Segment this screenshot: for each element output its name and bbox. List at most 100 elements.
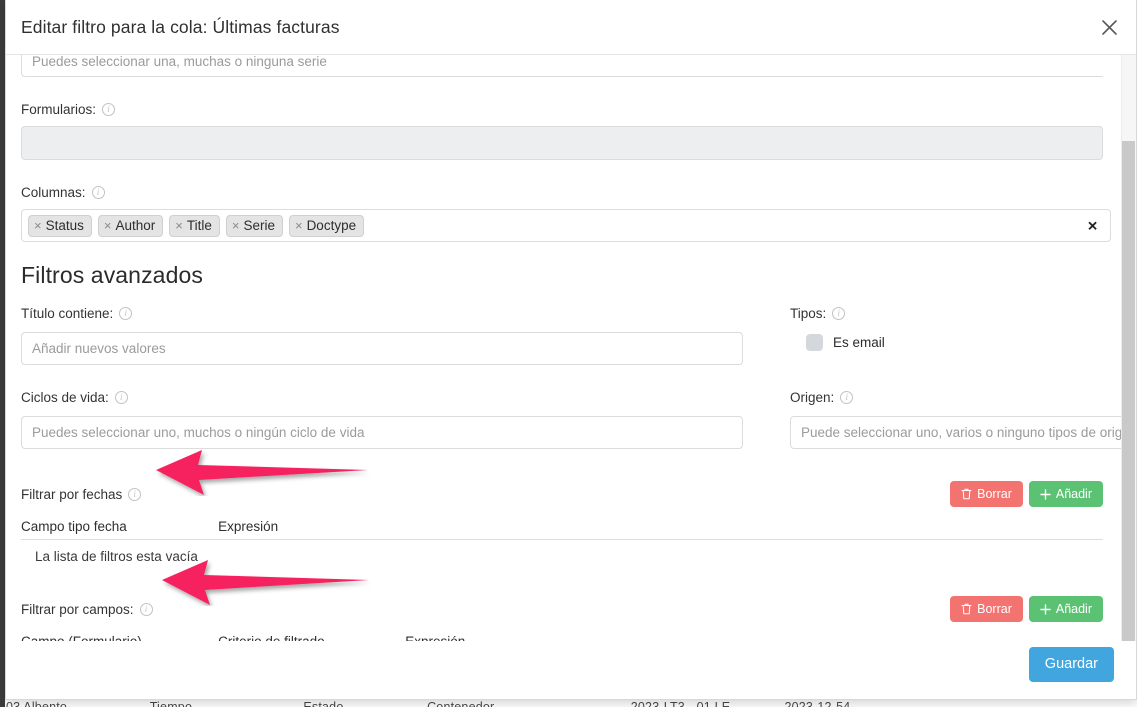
- add-dates-filter-label: Añadir: [1056, 488, 1092, 501]
- ciclos-de-vida-label: Ciclos de vida: i: [21, 389, 771, 406]
- filter-dates-empty-message: La lista de filtros esta vacía: [21, 540, 1103, 564]
- background-cell-3: Estado: [303, 700, 423, 707]
- background-table-row: 03 Albento Tiempo Estado Contenedor 2023…: [6, 700, 1126, 707]
- background-cell-1: 03 Albento: [6, 700, 146, 707]
- info-icon[interactable]: i: [92, 186, 105, 199]
- modal-footer: Guardar: [6, 641, 1136, 699]
- es-email-checkbox-row[interactable]: Es email: [790, 334, 1103, 351]
- background-cell-5: 2023-LT3 - 01 LE: [631, 700, 781, 707]
- advanced-row-1: Título contiene: i Tipos: i: [21, 305, 1103, 365]
- tag-label: Serie: [243, 218, 275, 233]
- close-icon[interactable]: [1096, 14, 1122, 40]
- tag-label: Title: [187, 218, 212, 233]
- table-header-row: Campo (Formulario) Criterio de filtrado …: [21, 634, 1103, 641]
- clear-all-icon[interactable]: ✕: [1087, 219, 1098, 232]
- filter-dates-table: Campo tipo fecha Expresión: [21, 519, 1103, 540]
- filter-dates-label-text: Filtrar por fechas: [21, 486, 122, 503]
- trash-icon: [961, 488, 972, 500]
- tag-remove-icon[interactable]: ×: [232, 219, 240, 232]
- info-icon[interactable]: i: [102, 103, 115, 116]
- ciclos-de-vida-label-text: Ciclos de vida:: [21, 389, 109, 406]
- trash-icon: [961, 603, 972, 615]
- formularios-label: Formularios: i: [21, 101, 1103, 118]
- tag-remove-icon[interactable]: ×: [295, 219, 303, 232]
- tipos-label: Tipos: i: [790, 305, 1103, 322]
- titulo-contiene-input[interactable]: [21, 332, 743, 365]
- tag-remove-icon[interactable]: ×: [34, 219, 42, 232]
- serie-placeholder: Puedes seleccionar una, muchas o ninguna…: [32, 55, 327, 69]
- add-fields-filter-button[interactable]: Añadir: [1029, 596, 1103, 622]
- column-header-campo-formulario: Campo (Formulario): [21, 634, 213, 641]
- modal-title: Editar filtro para la cola: Últimas fact…: [21, 17, 340, 38]
- filter-fields-header: Filtrar por campos: i Borrar: [21, 596, 1103, 622]
- modal-body: Puedes seleccionar una, muchas o ninguna…: [6, 55, 1136, 641]
- tag-status[interactable]: × Status: [28, 215, 92, 237]
- columnas-tag-input[interactable]: × Status × Author × Title × Serie: [21, 209, 1111, 242]
- advanced-row-2: Ciclos de vida: i Origen: i: [21, 389, 1103, 449]
- filter-fields-table: Campo (Formulario) Criterio de filtrado …: [21, 634, 1103, 641]
- modal-scrollbar[interactable]: [1121, 55, 1136, 641]
- delete-dates-filter-label: Borrar: [977, 488, 1012, 501]
- page-root: 03 Albento Tiempo Estado Contenedor 2023…: [0, 0, 1137, 707]
- info-icon[interactable]: i: [119, 307, 132, 320]
- tag-author[interactable]: × Author: [98, 215, 163, 237]
- add-fields-filter-label: Añadir: [1056, 603, 1092, 616]
- tag-label: Author: [115, 218, 155, 233]
- filter-fields-label: Filtrar por campos: i: [21, 601, 153, 618]
- modal-header: Editar filtro para la cola: Últimas fact…: [6, 0, 1136, 55]
- advanced-filters-heading: Filtros avanzados: [21, 262, 1103, 289]
- origen-input[interactable]: [790, 416, 1136, 449]
- info-icon[interactable]: i: [128, 488, 141, 501]
- tag-title[interactable]: × Title: [169, 215, 220, 237]
- delete-fields-filter-button[interactable]: Borrar: [950, 596, 1023, 622]
- formularios-input-disabled: [21, 126, 1103, 160]
- info-icon[interactable]: i: [140, 603, 153, 616]
- columnas-label-text: Columnas:: [21, 184, 86, 201]
- ciclos-de-vida-group: Ciclos de vida: i: [21, 389, 771, 449]
- tag-label: Doctype: [307, 218, 357, 233]
- modal-scroll-content: Puedes seleccionar una, muchas o ninguna…: [6, 55, 1118, 641]
- origen-group: Origen: i: [771, 389, 1136, 449]
- info-icon[interactable]: i: [840, 391, 853, 404]
- titulo-contiene-group: Título contiene: i: [21, 305, 771, 365]
- titulo-contiene-label: Título contiene: i: [21, 305, 771, 322]
- columnas-label: Columnas: i: [21, 184, 1103, 201]
- delete-fields-filter-label: Borrar: [977, 603, 1012, 616]
- tag-serie[interactable]: × Serie: [226, 215, 283, 237]
- plus-icon: [1040, 604, 1051, 615]
- serie-input[interactable]: Puedes seleccionar una, muchas o ninguna…: [21, 55, 1103, 77]
- formularios-label-text: Formularios:: [21, 101, 96, 118]
- column-header-campo-tipo-fecha: Campo tipo fecha: [21, 519, 213, 540]
- tipos-group: Tipos: i Es email: [771, 305, 1103, 365]
- origen-label-text: Origen:: [790, 389, 834, 406]
- save-button[interactable]: Guardar: [1029, 647, 1114, 682]
- background-cell-6: 2023-12-54: [784, 700, 934, 707]
- column-header-expresion: Expresión: [213, 519, 1103, 540]
- add-dates-filter-button[interactable]: Añadir: [1029, 481, 1103, 507]
- filter-dates-buttons: Borrar Añadir: [950, 481, 1103, 507]
- background-cell-4: Contenedor: [427, 700, 627, 707]
- table-header-row: Campo tipo fecha Expresión: [21, 519, 1103, 540]
- filter-fields-buttons: Borrar Añadir: [950, 596, 1103, 622]
- background-cell-2: Tiempo: [150, 700, 300, 707]
- tag-doctype[interactable]: × Doctype: [289, 215, 364, 237]
- tag-remove-icon[interactable]: ×: [175, 219, 183, 232]
- column-header-expresion: Expresión: [400, 634, 1103, 641]
- column-header-criterio-de-filtrado: Criterio de filtrado: [213, 634, 400, 641]
- filter-dates-header: Filtrar por fechas i Borrar: [21, 481, 1103, 507]
- titulo-contiene-label-text: Título contiene:: [21, 305, 113, 322]
- plus-icon: [1040, 489, 1051, 500]
- origen-label: Origen: i: [790, 389, 1136, 406]
- tag-label: Status: [46, 218, 84, 233]
- scrollbar-thumb[interactable]: [1122, 141, 1135, 641]
- serie-field-row: Puedes seleccionar una, muchas o ninguna…: [21, 55, 1103, 77]
- ciclos-de-vida-input[interactable]: [21, 416, 743, 449]
- filter-fields-label-text: Filtrar por campos:: [21, 601, 134, 618]
- tag-remove-icon[interactable]: ×: [104, 219, 112, 232]
- delete-dates-filter-button[interactable]: Borrar: [950, 481, 1023, 507]
- info-icon[interactable]: i: [832, 307, 845, 320]
- edit-filter-modal: Editar filtro para la cola: Últimas fact…: [5, 0, 1137, 700]
- es-email-checkbox[interactable]: [806, 334, 823, 351]
- info-icon[interactable]: i: [115, 391, 128, 404]
- tipos-label-text: Tipos:: [790, 305, 826, 322]
